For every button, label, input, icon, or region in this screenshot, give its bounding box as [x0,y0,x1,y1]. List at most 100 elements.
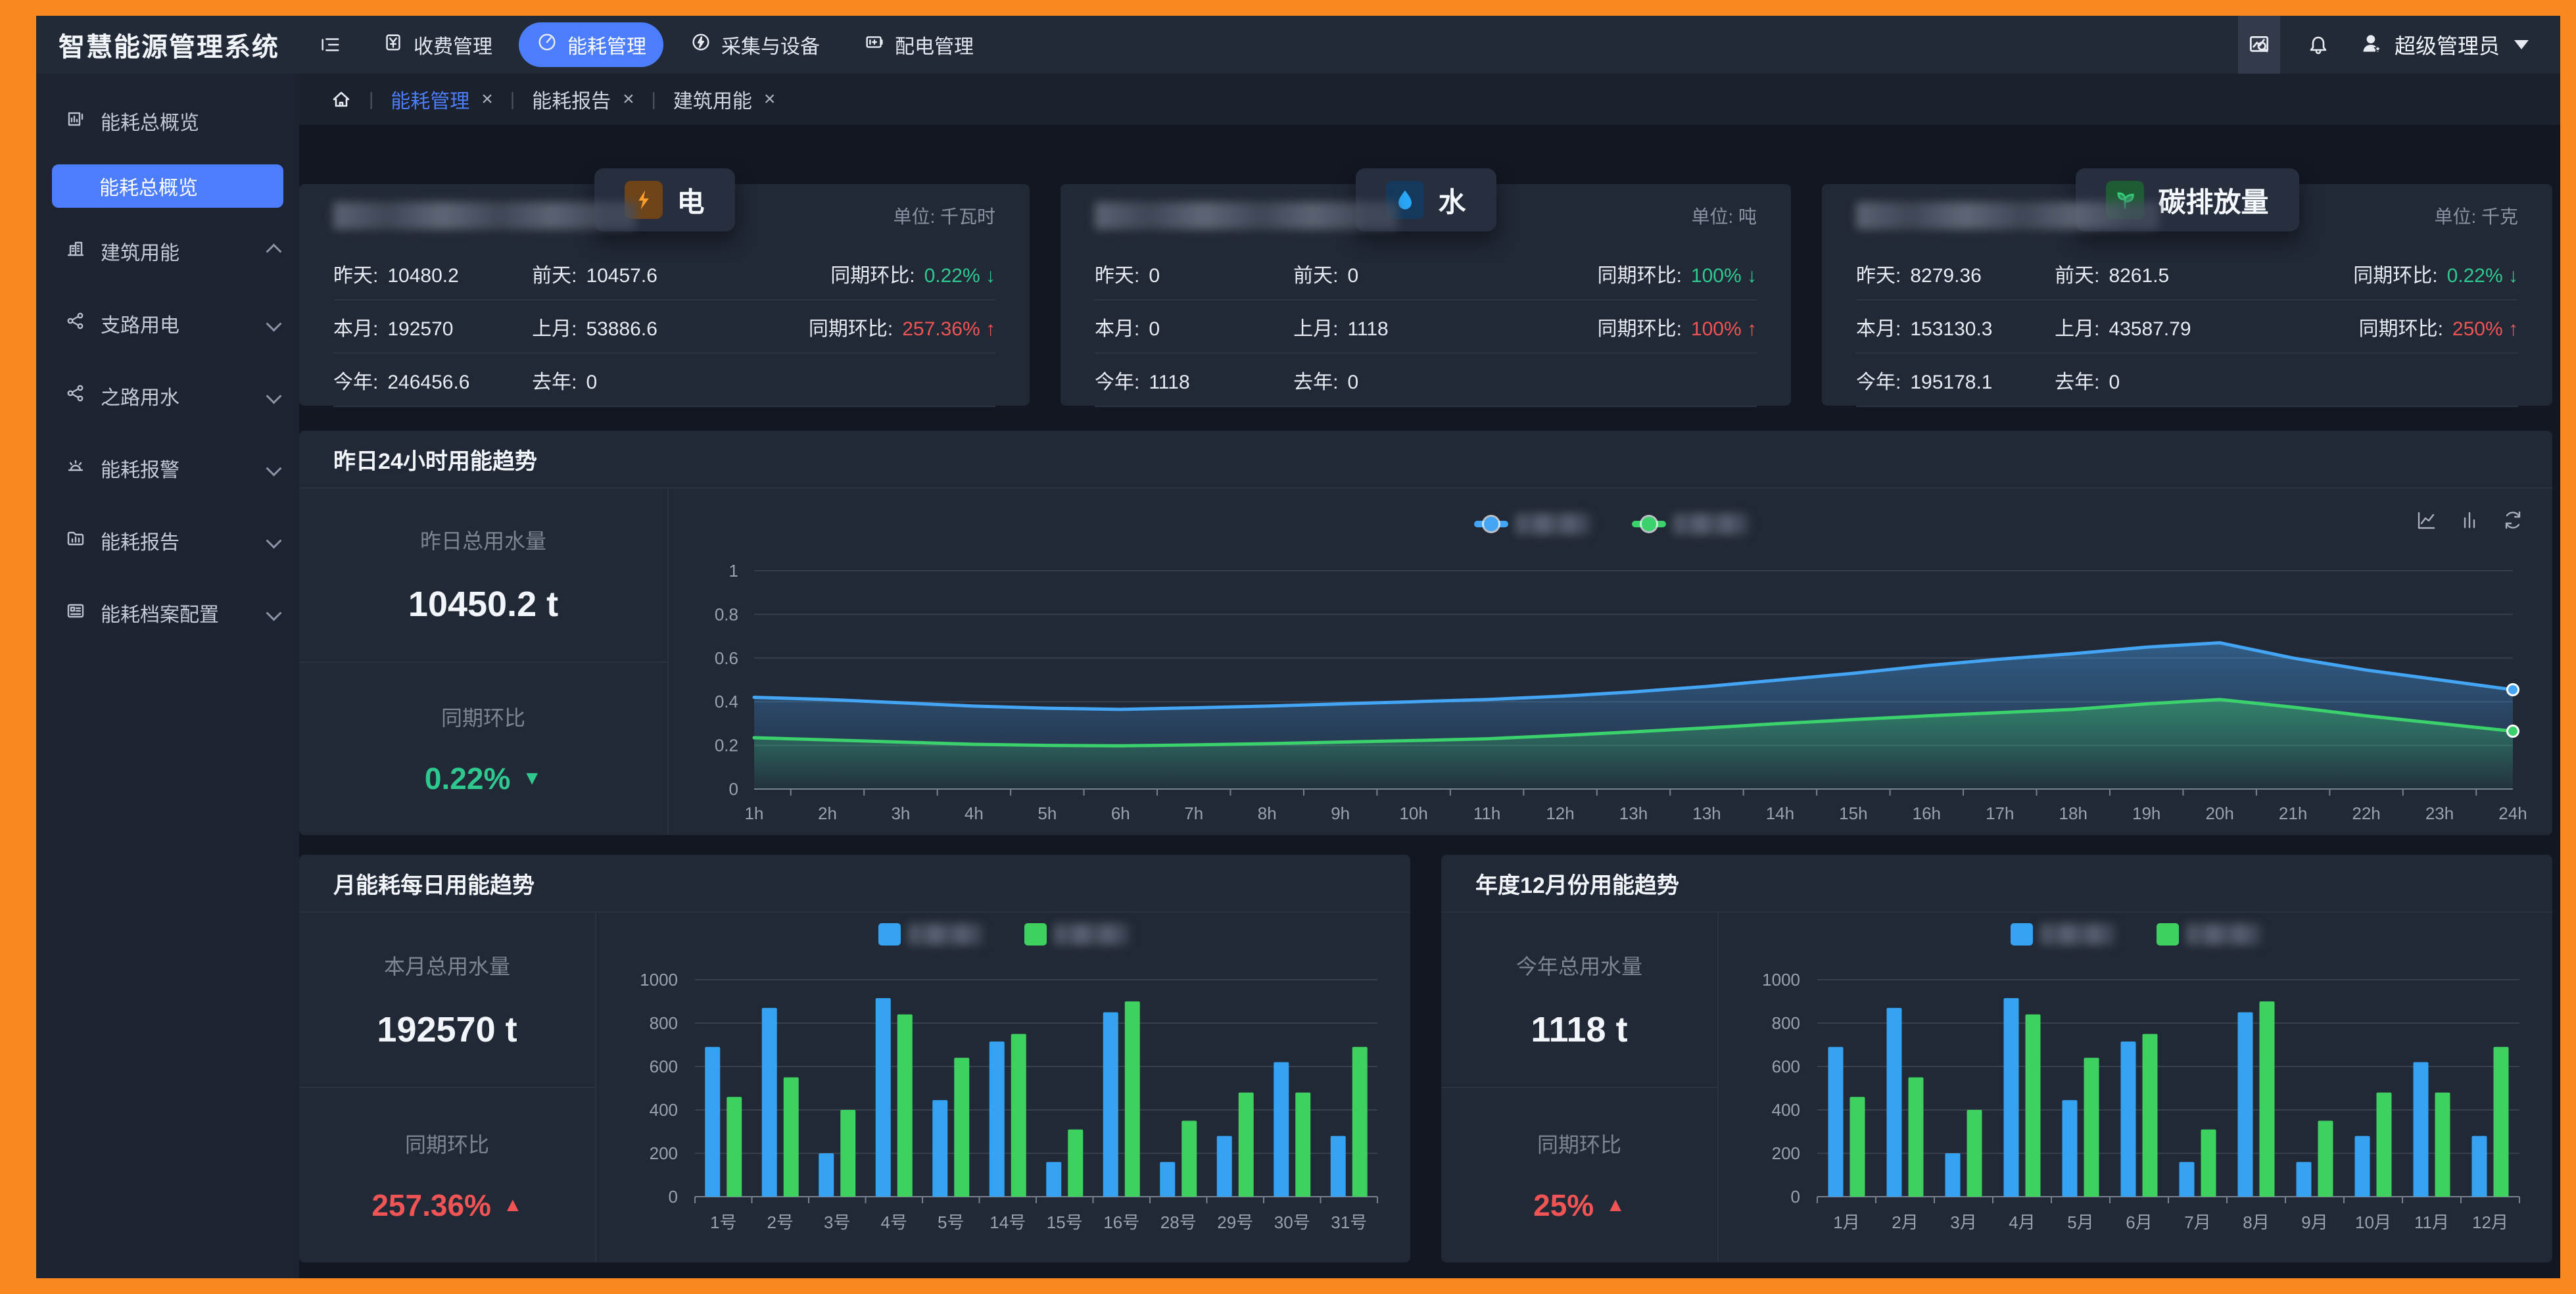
sidebar-item-branch-electricity[interactable]: 支路用电 [36,295,299,352]
sidebar-item-branch-water[interactable]: 之路用水 [36,367,299,425]
legend-item-series2[interactable] [2157,923,2260,946]
stat-cell: 去年:0 [1293,366,1501,395]
report-folder-icon [65,527,86,554]
stat-cell: 昨天:0 [1095,259,1293,288]
stat-value: 8261.5 [2109,265,2169,287]
content: 电 单位: 千瓦时 昨天:10480.2前天:10457.6同期环比:0.22%… [299,125,2560,1278]
sidebar-item-energy-report[interactable]: 能耗报告 [36,512,299,569]
svg-text:11h: 11h [1473,803,1500,823]
redacted-legend-label [1516,514,1590,535]
sidebar-item-overview[interactable]: 能耗总概览 [36,92,299,150]
panel-header: 昨日24小时用能趋势 [299,431,2552,489]
svg-text:16h: 16h [1913,803,1941,823]
svg-text:600: 600 [650,1057,678,1076]
svg-text:15号: 15号 [1047,1212,1083,1232]
svg-text:6h: 6h [1111,803,1130,823]
svg-text:13h: 13h [1692,803,1721,823]
tab-energy-mgmt[interactable]: 能耗管理× [391,85,493,114]
line-type-icon[interactable] [2414,508,2438,532]
menu-item-distribution[interactable]: 配电管理 [846,22,991,67]
stat-cards-row: 电 单位: 千瓦时 昨天:10480.2前天:10457.6同期环比:0.22%… [299,184,2552,406]
stat-cell: 同期环比:0.22% ↓ [740,259,995,288]
stat-cell: 上月:1118 [1293,312,1501,341]
menu-item-energy[interactable]: 能耗管理 [519,22,663,67]
sidebar-item-overview-child[interactable]: 能耗总概览 [52,164,283,208]
stat-value: 8279.36 [1910,265,1981,287]
up-indicator-icon: ▲ [503,1194,523,1216]
sidebar-item-energy-alarm[interactable]: 能耗报警 [36,439,299,497]
svg-text:7h: 7h [1184,803,1203,823]
chevron-down-icon [266,388,281,404]
svg-text:800: 800 [1772,1013,1800,1033]
app-frame: 智慧能源管理系统 收费管理 能耗管理 采集与设备 配电管理 [36,16,2560,1278]
bolt-circle-icon [690,31,712,59]
tab-energy-report[interactable]: 能耗报告× [532,85,634,114]
stat-value: 0 [586,371,597,394]
svg-text:14号: 14号 [990,1212,1026,1232]
legend-item-series2[interactable] [1632,514,1748,535]
svg-text:400: 400 [1772,1100,1800,1120]
user-name: 超级管理员 [2395,30,2500,60]
sidebar-item-archive-config[interactable]: 能耗档案配置 [36,584,299,642]
svg-text:21h: 21h [2279,803,2307,823]
panel-title: 年度12月份用能趋势 [1475,867,1679,899]
stat-row: 今年:246456.6去年:0 [333,354,995,407]
stat-value: 10457.6 [586,265,657,287]
svg-text:9月: 9月 [2301,1212,2327,1232]
svg-text:5月: 5月 [2067,1212,2093,1232]
stat-label: 昨天: [1856,259,1901,288]
svg-text:800: 800 [650,1013,678,1033]
stat-label: 同期环比: [1598,259,1682,288]
legend-item-series1[interactable] [878,923,982,946]
hourly-side-stats: 昨日总用水量 10450.2 t 同期环比 0.22%▼ [299,489,669,835]
tab-building-energy[interactable]: 建筑用能× [673,85,776,114]
svg-text:4号: 4号 [881,1212,907,1232]
stat-rows: 昨天:8279.36前天:8261.5同期环比:0.22% ↓本月:153130… [1856,247,2518,407]
stat-value: 0 [1149,265,1160,287]
legend-item-series1[interactable] [2011,923,2114,946]
svg-text:17h: 17h [1986,803,2014,823]
stat-cell: 同期环比:250% ↑ [2263,312,2518,341]
chart-legend [1719,923,2552,946]
screen: 智慧能源管理系统 收费管理 能耗管理 采集与设备 配电管理 [0,0,2576,1294]
stat-label: 前天: [1293,259,1338,288]
menu-item-fees[interactable]: 收费管理 [365,22,510,67]
user-menu[interactable]: 超级管理员 [2359,30,2529,60]
menu-collapse-icon[interactable] [319,34,341,56]
app-title: 智慧能源管理系统 [59,26,279,64]
chevron-down-icon [266,316,281,331]
stat-label: 上月: [2055,312,2099,341]
stat-value: 257.36% ↑ [902,318,995,341]
stat-card-electricity: 电 单位: 千瓦时 昨天:10480.2前天:10457.6同期环比:0.22%… [299,184,1030,406]
legend-item-series1[interactable] [1474,514,1590,535]
svg-text:1: 1 [729,561,738,581]
svg-text:11月: 11月 [2414,1212,2449,1232]
close-icon[interactable]: × [623,89,634,109]
bell-icon[interactable] [2306,33,2330,57]
stat-cell: 上月:53886.6 [532,312,740,341]
close-icon[interactable]: × [481,89,493,109]
close-icon[interactable]: × [764,89,776,109]
stat-rows: 昨天:0前天:0同期环比:100% ↓本月:0上月:1118同期环比:100% … [1095,247,1757,407]
stat-cell: 上月:43587.79 [2055,312,2262,341]
svg-text:7月: 7月 [2184,1212,2210,1232]
stat-row: 昨天:10480.2前天:10457.6同期环比:0.22% ↓ [333,247,995,300]
refresh-icon[interactable] [2501,508,2525,532]
alarm-icon [65,455,86,481]
stat-row: 本月:153130.3上月:43587.79同期环比:250% ↑ [1856,300,2518,354]
stat-card-carbon: 碳排放量 单位: 千克 昨天:8279.36前天:8261.5同期环比:0.22… [1822,184,2552,406]
svg-text:1000: 1000 [1762,970,1800,990]
home-icon[interactable] [331,89,352,110]
svg-text:10月: 10月 [2355,1212,2391,1232]
svg-text:0.2: 0.2 [715,736,738,755]
bar-type-icon[interactable] [2458,508,2481,532]
legend-item-series2[interactable] [1024,923,1128,946]
stat-label: 上月: [532,312,577,341]
sidebar-item-building-energy[interactable]: 建筑用能 [36,222,299,280]
menu-item-devices[interactable]: 采集与设备 [673,22,837,67]
chart-search-icon[interactable] [2238,16,2280,74]
bar-legend-marker [2157,923,2179,946]
chevron-up-icon [266,243,281,259]
period-ratio-value: 0.22%▼ [425,761,542,796]
stat-label: 去年: [2055,366,2099,395]
